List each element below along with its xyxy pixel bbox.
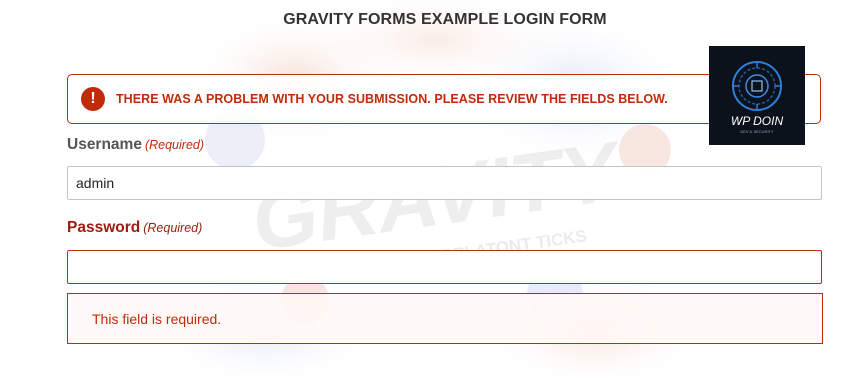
username-label-text: Username [67,136,142,153]
password-validation-message: This field is required. [67,293,823,344]
username-label: Username (Required) [67,136,204,154]
username-input[interactable] [67,166,822,200]
username-required-text: (Required) [144,138,205,152]
page-title: GRAVITY FORMS EXAMPLE LOGIN FORM [283,11,607,28]
logo-text: WP DOIN [731,114,784,128]
logo-tagline: DEV & SECURITY [740,129,774,134]
password-input[interactable] [67,250,822,284]
wp-doin-logo: WP DOIN DEV & SECURITY [709,46,805,145]
password-required-text: (Required) [143,221,203,235]
password-label-text: Password [67,219,141,236]
password-label: Password (Required) [67,219,202,237]
validation-text: This field is required. [92,310,222,327]
error-banner: ! THERE WAS A PROBLEM WITH YOUR SUBMISSI… [67,74,821,124]
error-message: THERE WAS A PROBLEM WITH YOUR SUBMISSION… [116,92,668,106]
error-alert-icon: ! [81,87,105,111]
